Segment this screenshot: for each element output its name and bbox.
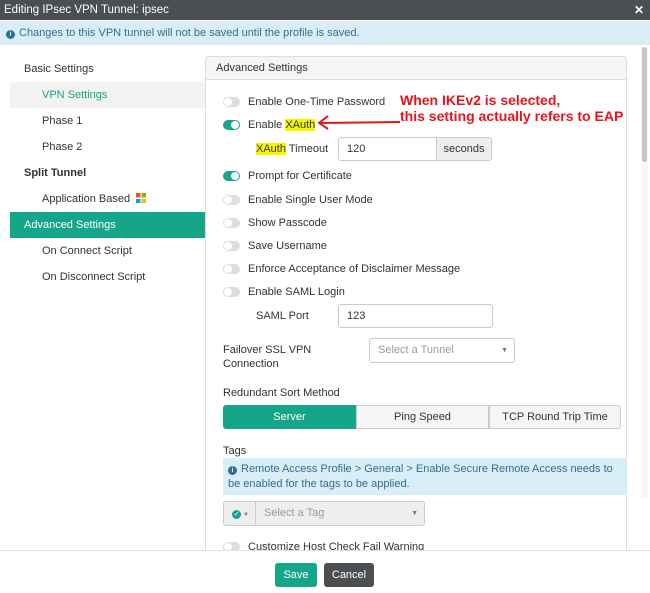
xauth-toggle[interactable] (223, 120, 240, 130)
panel-title: Advanced Settings (205, 56, 627, 80)
tag-mode-dropdown[interactable]: ✓ ▼ (223, 501, 256, 526)
sidebar-advanced-settings[interactable]: Advanced Settings (10, 212, 205, 238)
scrollbar-track[interactable] (641, 47, 648, 497)
saml-port-input[interactable]: 123 (338, 304, 493, 328)
saml-port-label: SAML Port (256, 310, 309, 322)
tags-info-banner: i Remote Access Profile > General > Enabl… (223, 458, 627, 495)
chevron-down-icon: ▼ (243, 512, 249, 518)
sidebar-label: Application Based (42, 193, 131, 205)
sidebar-basic-settings[interactable]: Basic Settings (10, 56, 205, 82)
info-icon: i (228, 466, 237, 475)
chevron-down-icon: ▼ (501, 347, 508, 354)
tags-info-text: Remote Access Profile > General > Enable… (228, 463, 613, 490)
sidebar-vpn-settings[interactable]: VPN Settings (10, 82, 205, 108)
timeout-label: XAuth Timeout (256, 142, 328, 156)
close-icon[interactable]: ✕ (634, 0, 644, 20)
sidebar-on-connect-script[interactable]: On Connect Script (10, 238, 205, 264)
timeout-highlight: XAuth (256, 143, 286, 155)
failover-tunnel-select[interactable]: Select a Tunnel ▼ (369, 338, 515, 363)
prompt-cert-label: Prompt for Certificate (248, 170, 352, 182)
host-check-label: Customize Host Check Fail Warning (248, 541, 425, 550)
disclaimer-label: Enforce Acceptance of Disclaimer Message (248, 263, 461, 275)
sort-tcp-rtt-button[interactable]: TCP Round Trip Time (489, 405, 621, 429)
annotation-line-2: this setting actually refers to EAP (400, 108, 624, 124)
sort-server-button[interactable]: Server (223, 405, 356, 429)
sidebar-application-based[interactable]: Application Based (10, 186, 205, 212)
tags-label: Tags (223, 445, 247, 457)
xauth-timeout-input[interactable]: 120 (338, 137, 437, 161)
chevron-down-icon: ▼ (411, 510, 418, 517)
saml-label: Enable SAML Login (248, 286, 345, 298)
save-username-label: Save Username (248, 240, 327, 252)
single-user-label: Enable Single User Mode (248, 194, 373, 206)
tag-select[interactable]: Select a Tag ▼ (255, 501, 425, 526)
failover-label: Failover SSL VPN Connection (223, 344, 312, 370)
show-passcode-label: Show Passcode (248, 217, 327, 229)
sidebar-on-disconnect-script[interactable]: On Disconnect Script (10, 264, 205, 290)
xauth-highlight: XAuth (285, 119, 316, 131)
single-user-toggle[interactable] (223, 195, 240, 205)
info-text: Changes to this VPN tunnel will not be s… (19, 27, 360, 39)
failover-placeholder: Select a Tunnel (378, 344, 454, 356)
save-button[interactable]: Save (275, 563, 317, 587)
timeout-unit: seconds (436, 137, 492, 161)
timeout-text: Timeout (285, 143, 329, 155)
sort-method-label: Redundant Sort Method (223, 387, 340, 399)
prompt-cert-toggle[interactable] (223, 171, 240, 181)
show-passcode-toggle[interactable] (223, 218, 240, 228)
check-circle-icon: ✓ (232, 510, 241, 519)
disclaimer-toggle[interactable] (223, 264, 240, 274)
info-icon: i (6, 30, 15, 39)
otp-label: Enable One-Time Password (248, 96, 386, 108)
windows-icon (136, 193, 147, 203)
annotation-arrow-icon (317, 115, 400, 130)
xauth-prefix: Enable (248, 119, 286, 131)
sidebar-phase-1[interactable]: Phase 1 (10, 108, 205, 134)
saml-toggle[interactable] (223, 287, 240, 297)
sort-ping-speed-button[interactable]: Ping Speed (356, 405, 489, 429)
save-username-toggle[interactable] (223, 241, 240, 251)
sidebar-split-tunnel[interactable]: Split Tunnel (10, 160, 205, 186)
info-banner: i Changes to this VPN tunnel will not be … (0, 21, 650, 45)
scrollbar-thumb[interactable] (642, 47, 647, 162)
otp-toggle[interactable] (223, 97, 240, 107)
dialog-title: Editing IPsec VPN Tunnel: ipsec (0, 0, 650, 20)
xauth-label: Enable XAuth (248, 118, 316, 132)
cancel-button[interactable]: Cancel (324, 563, 374, 587)
annotation-line-1: When IKEv2 is selected, (400, 92, 561, 108)
sidebar-phase-2[interactable]: Phase 2 (10, 134, 205, 160)
tag-placeholder: Select a Tag (264, 507, 325, 519)
